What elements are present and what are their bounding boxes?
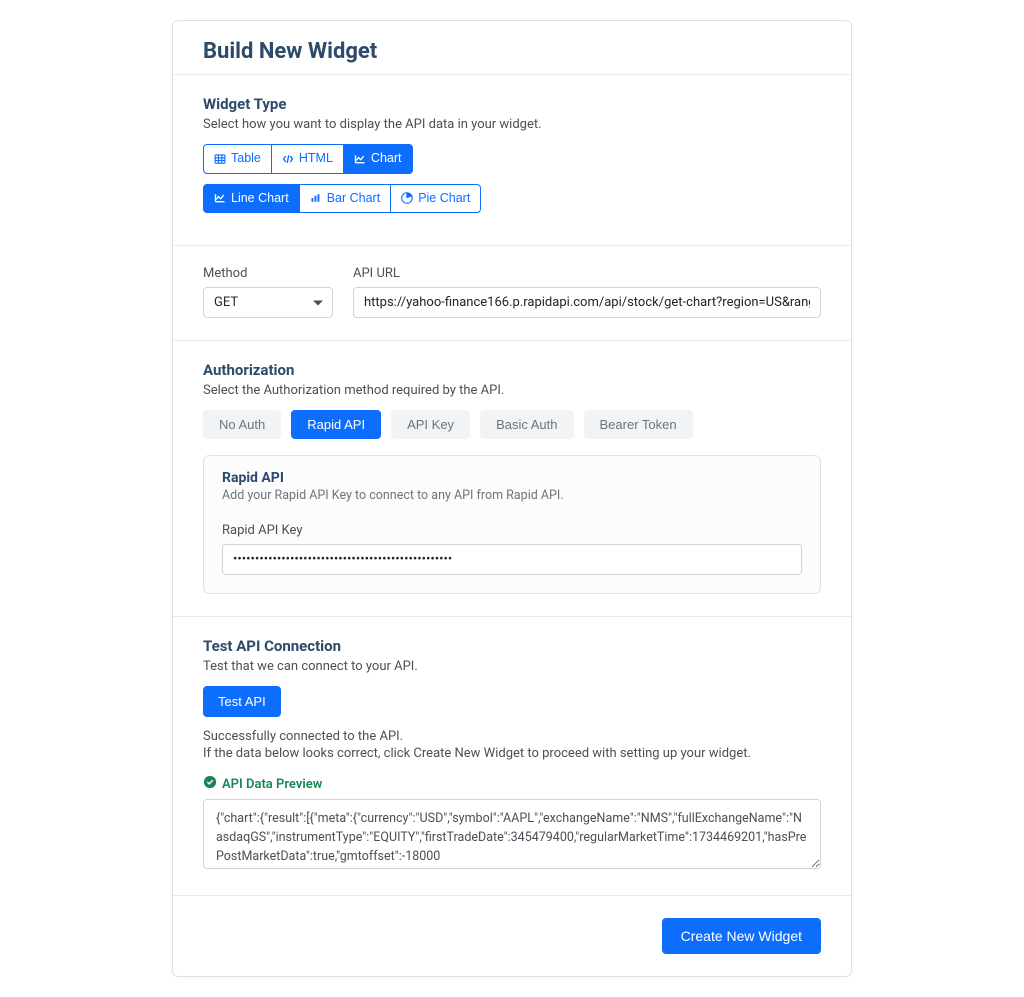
auth-title: Authorization <box>203 361 821 379</box>
create-widget-button[interactable]: Create New Widget <box>662 918 821 954</box>
section-authorization: Authorization Select the Authorization m… <box>173 340 851 616</box>
chart-type-line[interactable]: Line Chart <box>203 184 300 214</box>
widget-type-table-label: Table <box>231 150 261 168</box>
chart-type-line-label: Line Chart <box>231 190 289 208</box>
widget-type-chart[interactable]: Chart <box>343 144 413 174</box>
widget-type-chart-label: Chart <box>371 150 402 168</box>
widget-type-html[interactable]: HTML <box>271 144 344 174</box>
chart-type-bar-label: Bar Chart <box>327 190 381 208</box>
widget-builder-card: Build New Widget Widget Type Select how … <box>172 20 852 977</box>
section-api-request: Method GET API URL <box>173 245 851 340</box>
method-label: Method <box>203 266 333 281</box>
section-widget-type: Widget Type Select how you want to displ… <box>173 74 851 245</box>
chart-type-bar[interactable]: Bar Chart <box>299 184 392 214</box>
chart-type-pie-label: Pie Chart <box>418 190 470 208</box>
auth-panel: Rapid API Add your Rapid API Key to conn… <box>203 455 821 594</box>
test-instruct-text: If the data below looks correct, click C… <box>203 746 821 761</box>
auth-tab-noauth[interactable]: No Auth <box>203 410 281 439</box>
auth-tab-rapidapi[interactable]: Rapid API <box>291 410 381 439</box>
widget-type-html-label: HTML <box>299 150 333 168</box>
code-icon <box>282 153 294 165</box>
auth-tab-apikey[interactable]: API Key <box>391 410 470 439</box>
auth-panel-desc: Add your Rapid API Key to connect to any… <box>222 488 802 503</box>
widget-type-title: Widget Type <box>203 95 821 113</box>
chart-type-pie[interactable]: Pie Chart <box>390 184 481 214</box>
section-test-api: Test API Connection Test that we can con… <box>173 616 851 895</box>
rapid-api-key-label: Rapid API Key <box>222 523 802 538</box>
preview-label: API Data Preview <box>203 775 821 793</box>
method-select[interactable]: GET <box>203 287 333 318</box>
table-icon <box>214 153 226 165</box>
card-header: Build New Widget <box>173 21 851 74</box>
auth-desc: Select the Authorization method required… <box>203 383 821 398</box>
auth-tab-bearer[interactable]: Bearer Token <box>584 410 693 439</box>
rapid-api-key-input[interactable] <box>222 544 802 575</box>
page-title: Build New Widget <box>203 39 821 64</box>
auth-panel-title: Rapid API <box>222 470 802 486</box>
api-url-label: API URL <box>353 266 821 281</box>
widget-type-toggle: Table HTML Chart <box>203 144 413 174</box>
api-preview-box[interactable] <box>203 799 821 869</box>
widget-type-desc: Select how you want to display the API d… <box>203 117 821 132</box>
preview-label-text: API Data Preview <box>222 777 322 792</box>
api-url-input[interactable] <box>353 287 821 318</box>
bar-chart-icon <box>310 192 322 204</box>
auth-tabs: No Auth Rapid API API Key Basic Auth Bea… <box>203 410 821 439</box>
test-title: Test API Connection <box>203 637 821 655</box>
line-chart-icon <box>214 192 226 204</box>
chart-type-toggle: Line Chart Bar Chart Pie Chart <box>203 184 481 214</box>
card-footer: Create New Widget <box>173 895 851 976</box>
widget-type-table[interactable]: Table <box>203 144 272 174</box>
test-status-text: Successfully connected to the API. <box>203 729 821 744</box>
test-desc: Test that we can connect to your API. <box>203 659 821 674</box>
test-api-button[interactable]: Test API <box>203 686 281 717</box>
auth-tab-basic[interactable]: Basic Auth <box>480 410 573 439</box>
check-circle-icon <box>203 775 217 793</box>
line-chart-icon <box>354 153 366 165</box>
pie-chart-icon <box>401 192 413 204</box>
